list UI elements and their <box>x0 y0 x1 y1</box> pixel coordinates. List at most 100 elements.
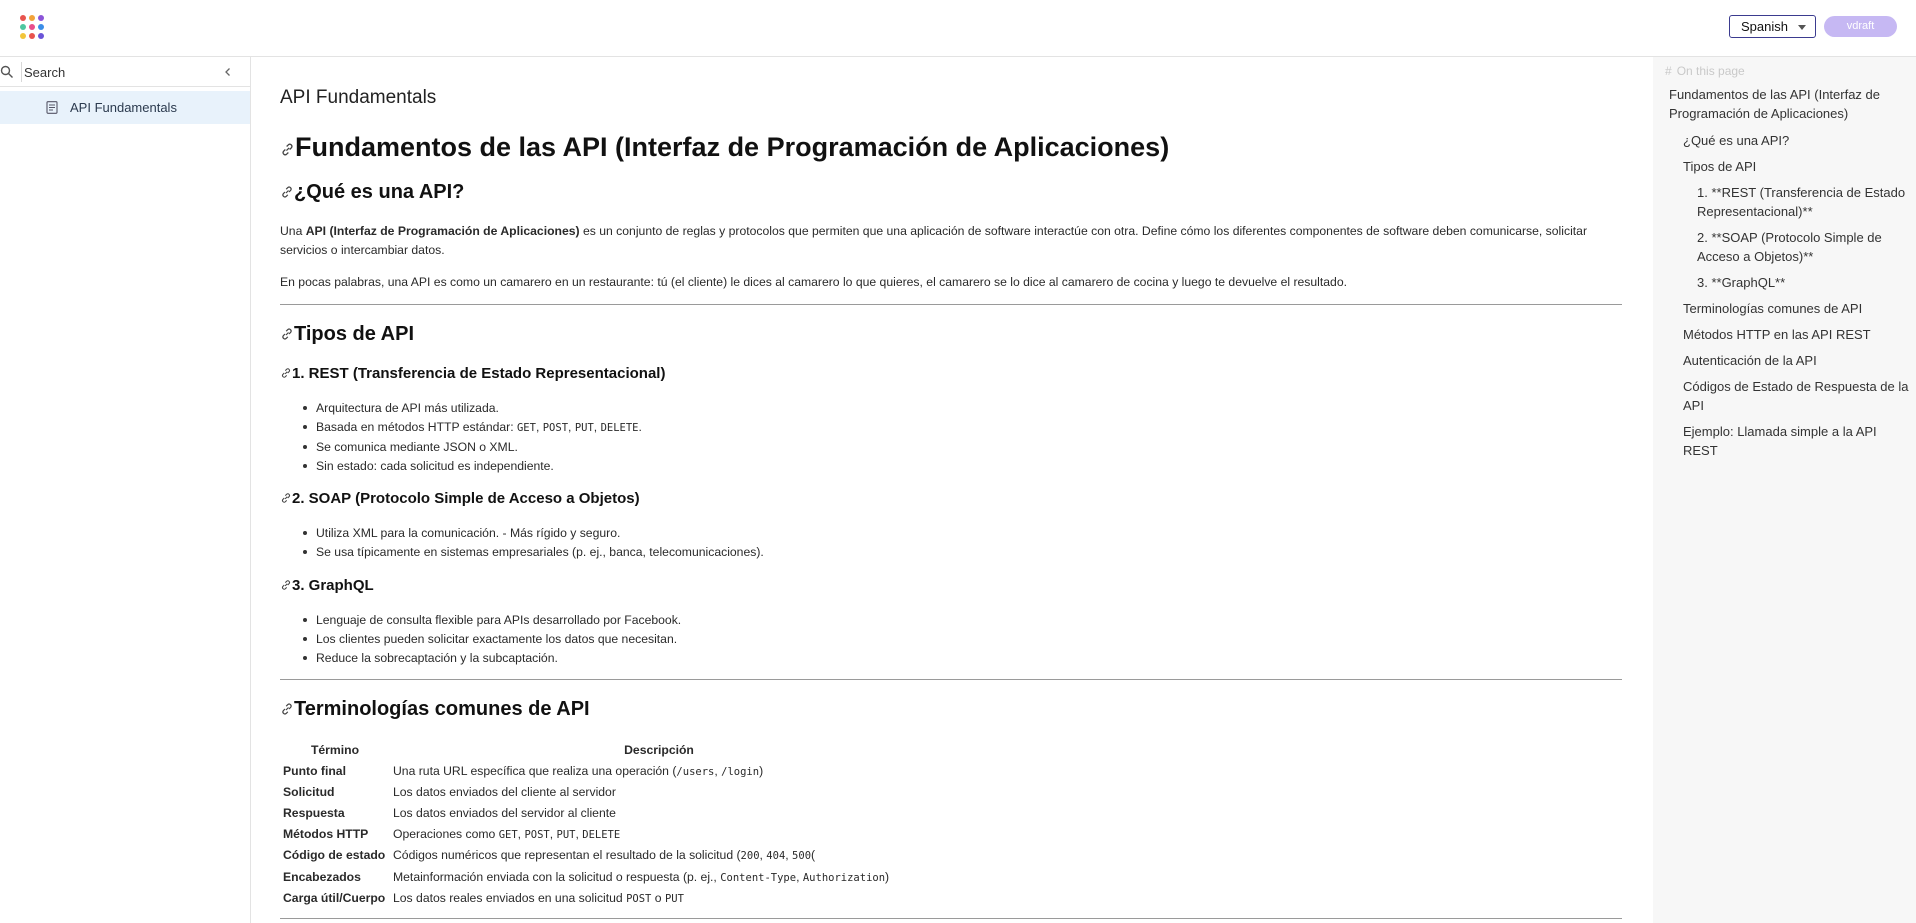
on-this-page-panel: # On this page Fundamentos de las API (In… <box>1653 57 1916 923</box>
term-cell: Encabezados <box>283 869 361 884</box>
list-item: Se usa típicamente en sistemas empresari… <box>303 543 764 562</box>
sidebar-item-label: API Fundamentals <box>70 100 177 115</box>
toc-link[interactable]: Fundamentos de las API (Interfaz de Prog… <box>1669 85 1914 123</box>
link-icon[interactable] <box>280 702 294 716</box>
logo-dot <box>38 24 44 30</box>
document-icon <box>46 101 58 114</box>
language-select-value: Spanish <box>1741 19 1788 34</box>
code: POST <box>542 422 569 434</box>
table-row: Encabezados Metainformación enviada con … <box>280 866 928 887</box>
app-logo[interactable] <box>20 15 44 39</box>
term-cell: Punto final <box>283 763 346 778</box>
text: Basada en métodos HTTP estándar: <box>316 420 517 434</box>
section-heading-what-is-api: ¿Qué es una API? <box>280 181 464 204</box>
section-heading-types: Tipos de API <box>280 323 414 346</box>
column-header-description: Descripción <box>624 742 694 757</box>
link-icon[interactable] <box>280 367 292 379</box>
link-icon[interactable] <box>280 142 295 157</box>
main-content: API Fundamentals Fundamentos de las API … <box>280 57 1622 923</box>
toc-link[interactable]: Terminologías comunes de API <box>1683 299 1913 318</box>
heading-text: 2. SOAP (Protocolo Simple de Acceso a Ob… <box>292 490 640 507</box>
sidebar-search <box>0 57 251 87</box>
chevron-left-icon[interactable] <box>222 66 234 78</box>
toc-link[interactable]: Métodos HTTP en las API REST <box>1683 325 1913 344</box>
logo-dot <box>20 24 26 30</box>
link-icon[interactable] <box>280 492 292 504</box>
code: 404 <box>766 850 786 863</box>
table-row: Carga útil/Cuerpo Los datos reales envia… <box>280 887 928 908</box>
text: ) <box>759 763 764 778</box>
list-item: Utiliza XML para la comunicación. - Más … <box>303 524 764 543</box>
toc-link[interactable]: Códigos de Estado de Respuesta de la API <box>1683 377 1913 415</box>
text: Códigos numéricos que representan el res… <box>393 848 741 863</box>
column-header-term: Término <box>310 742 360 757</box>
h1-text: Fundamentos de las API (Interfaz de Prog… <box>295 132 1170 162</box>
list-item: Los clientes pueden solicitar exactament… <box>302 630 681 649</box>
code: PUT <box>556 829 576 842</box>
toc-link[interactable]: Autenticación de la API <box>1683 351 1913 370</box>
link-icon[interactable] <box>280 185 294 199</box>
user-badge[interactable]: vdraft <box>1824 16 1897 37</box>
description-cell: Operaciones como GET, POST, PUT, DELETE <box>393 827 621 842</box>
list-item: Arquitectura de API más utilizada. <box>303 399 642 418</box>
description-cell: Los datos reales enviados en una solicit… <box>390 887 928 908</box>
list-item: Reduce la sobrecaptación y la subcaptaci… <box>302 649 681 668</box>
sidebar-item-api-fundamentals[interactable]: API Fundamentals <box>0 91 250 124</box>
chevron-down-icon <box>1798 25 1806 30</box>
search-input[interactable] <box>24 63 214 81</box>
table-row: Código de estado Códigos numéricos que r… <box>280 845 928 866</box>
description-cell: Metainformación enviada con la solicitud… <box>393 869 890 884</box>
term-cell: Solicitud <box>283 784 335 799</box>
text: Una ruta URL específica que realiza una … <box>393 763 677 778</box>
code: Content-Type <box>720 871 797 884</box>
code: 500 <box>792 850 812 863</box>
table-row: Solicitud Los datos enviados del cliente… <box>280 781 928 802</box>
toc-link[interactable]: 2. **SOAP (Protocolo Simple de Acceso a … <box>1697 228 1913 266</box>
table-row: Métodos HTTP Operaciones como GET, POST,… <box>280 824 928 845</box>
code: DELETE <box>600 422 639 434</box>
graphql-bullet-list: Lenguaje de consulta flexible para APIs … <box>302 611 681 668</box>
code: PUT <box>664 892 684 905</box>
code: /users <box>676 765 715 778</box>
toc-title: # On this page <box>1665 64 1745 78</box>
link-icon[interactable] <box>280 579 292 591</box>
code: /login <box>721 765 760 778</box>
code: Authorization <box>802 871 886 884</box>
list-item: Basada en métodos HTTP estándar: GET, PO… <box>303 418 642 438</box>
text: Metainformación enviada con la solicitud… <box>393 869 721 884</box>
toc-link[interactable]: Ejemplo: Llamada simple a la API REST <box>1683 422 1913 460</box>
divider <box>280 918 1622 919</box>
toc-title-text: On this page <box>1676 64 1745 78</box>
toc-link[interactable]: ¿Qué es una API? <box>1683 131 1913 150</box>
link-icon[interactable] <box>280 327 294 341</box>
code: POST <box>524 829 550 842</box>
heading-text: Terminologías comunes de API <box>294 698 590 720</box>
table-header-row: Término Descripción <box>280 739 928 760</box>
term-cell: Métodos HTTP <box>283 827 369 842</box>
logo-dot <box>20 33 26 39</box>
description-cell: Códigos numéricos que representan el res… <box>393 848 816 863</box>
soap-bullet-list: Utiliza XML para la comunicación. - Más … <box>303 524 764 562</box>
search-icon <box>0 65 13 78</box>
toc-link[interactable]: 3. **GraphQL** <box>1697 273 1913 292</box>
bold-text: API (Interfaz de Programación de Aplicac… <box>305 224 580 238</box>
page-title: API Fundamentals <box>280 87 437 108</box>
toc-link[interactable]: Tipos de API <box>1683 157 1913 176</box>
paragraph-analogy: En pocas palabras, una API es como un ca… <box>280 275 1347 289</box>
logo-dot <box>29 24 35 30</box>
toc-link[interactable]: 1. **REST (Transferencia de Estado Repre… <box>1697 183 1913 221</box>
divider <box>280 304 1622 305</box>
heading-text: ¿Qué es una API? <box>294 181 465 203</box>
heading-text: 3. GraphQL <box>292 577 374 594</box>
list-item: Lenguaje de consulta flexible para APIs … <box>302 611 681 630</box>
language-select[interactable]: Spanish <box>1729 15 1816 38</box>
terminology-table: Término Descripción Punto final Una ruta… <box>280 739 928 908</box>
heading-text: 1. REST (Transferencia de Estado Represe… <box>292 365 666 382</box>
paragraph-definition: Una API (Interfaz de Programación de Apl… <box>280 222 1620 260</box>
text: Los datos reales enviados en una solicit… <box>393 890 627 905</box>
logo-dot <box>29 33 35 39</box>
term-cell: Respuesta <box>283 805 345 820</box>
logo-dot <box>29 15 35 21</box>
description-cell: Una ruta URL específica que realiza una … <box>393 763 764 778</box>
table-row: Respuesta Los datos enviados del servido… <box>280 802 928 823</box>
